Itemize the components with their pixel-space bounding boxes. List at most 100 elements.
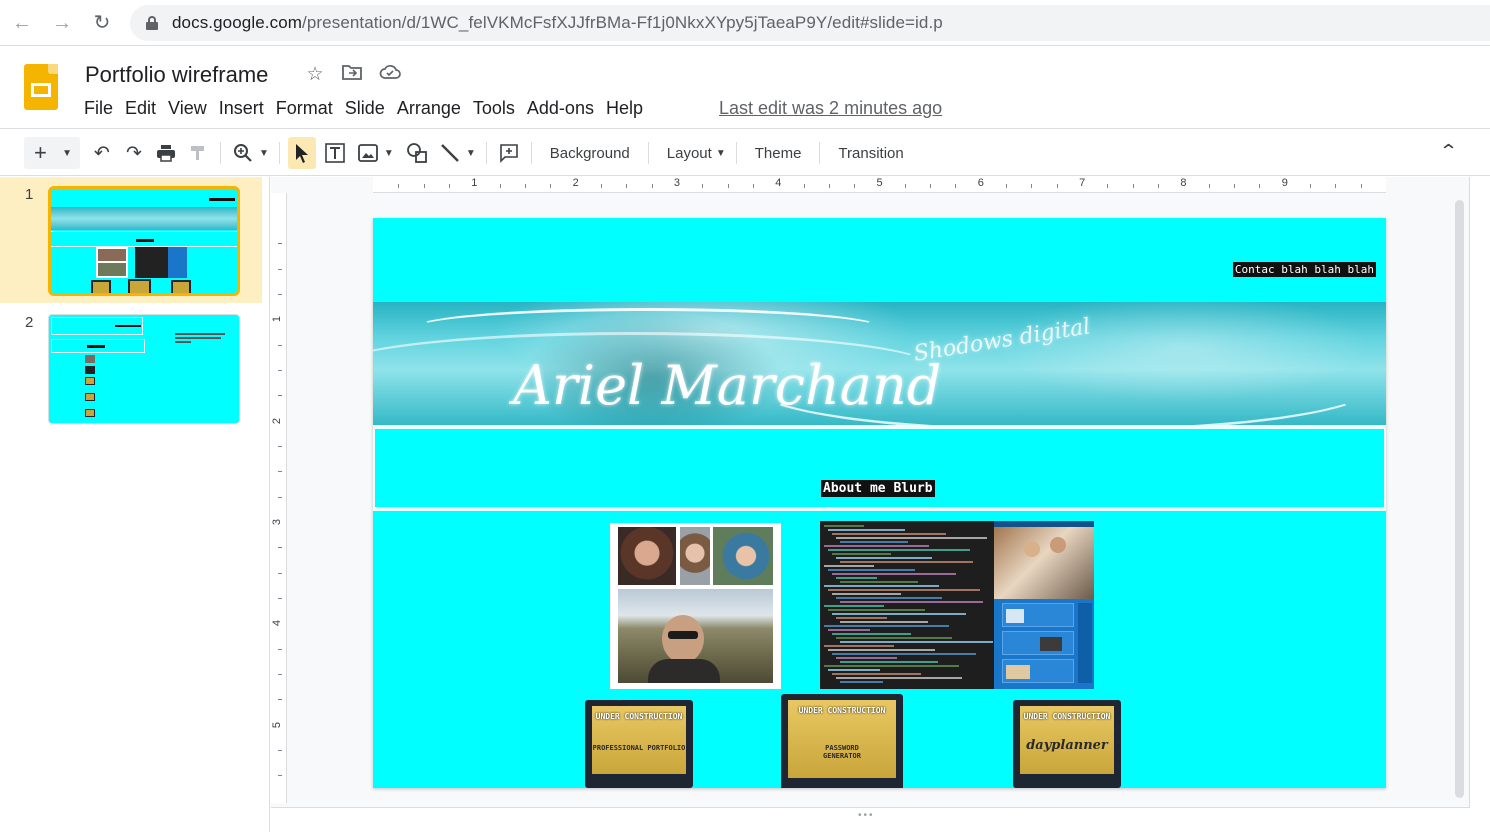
code-line bbox=[824, 605, 884, 607]
menu-edit[interactable]: Edit bbox=[119, 96, 162, 120]
slide-thumbnail-2[interactable] bbox=[48, 314, 240, 424]
code-line bbox=[840, 601, 983, 603]
filmstrip-slide-1[interactable]: 1 bbox=[0, 177, 262, 303]
ruler-tick bbox=[752, 184, 754, 188]
ruler-tick bbox=[278, 243, 282, 245]
chevron-up-icon[interactable]: ⌃ bbox=[1439, 141, 1459, 162]
vertical-ruler[interactable]: 1 2 3 4 5 bbox=[271, 193, 287, 803]
thumb-about-text bbox=[136, 239, 154, 242]
zoom-chevron-down-icon[interactable]: ▼ bbox=[257, 148, 271, 159]
about-text-box[interactable]: About me Blurb bbox=[821, 480, 935, 497]
ruler-label: 2 bbox=[271, 417, 284, 424]
code-line bbox=[824, 565, 874, 567]
code-line bbox=[832, 673, 921, 675]
shape-icon[interactable] bbox=[402, 137, 432, 169]
contact-text-box[interactable]: Contac blah blah blah bbox=[1232, 262, 1376, 277]
ruler-tick bbox=[278, 749, 282, 751]
toolbar-divider bbox=[647, 142, 649, 164]
ruler-label: 1 bbox=[471, 177, 478, 189]
portrait-photo bbox=[680, 527, 710, 585]
slide-canvas[interactable]: Contac blah blah blah Shodows digital Ar… bbox=[373, 218, 1386, 788]
vertical-scrollbar[interactable] bbox=[1455, 200, 1464, 798]
theme-button[interactable]: Theme bbox=[745, 145, 812, 162]
code-line bbox=[840, 581, 918, 583]
print-icon[interactable] bbox=[152, 137, 180, 169]
document-title[interactable]: Portfolio wireframe bbox=[85, 62, 268, 88]
line-icon[interactable] bbox=[436, 137, 464, 169]
ruler-tick bbox=[904, 184, 906, 188]
ruler-tick bbox=[278, 293, 282, 295]
reload-icon[interactable]: ↻ bbox=[90, 11, 114, 35]
horizontal-ruler[interactable]: 1 2 3 4 5 6 7 8 9 bbox=[373, 177, 1386, 193]
undo-icon[interactable]: ↶ bbox=[88, 137, 116, 169]
paint-format-icon[interactable] bbox=[184, 137, 212, 169]
project-laptop-image[interactable]: UNDER CONSTRUCTION dayplanner bbox=[1013, 700, 1121, 788]
ruler-tick bbox=[278, 369, 282, 371]
text-box-icon[interactable] bbox=[320, 137, 350, 169]
insert-image-icon[interactable] bbox=[354, 137, 382, 169]
photo-collage-image[interactable] bbox=[610, 523, 781, 689]
ruler-tick bbox=[930, 184, 932, 188]
menu-insert[interactable]: Insert bbox=[213, 96, 270, 120]
last-edit-link[interactable]: Last edit was 2 minutes ago bbox=[719, 96, 942, 120]
back-arrow-icon[interactable]: ← bbox=[10, 11, 34, 35]
thumb-laptop bbox=[128, 279, 151, 293]
ruler-tick bbox=[1107, 184, 1109, 188]
cloud-saved-icon[interactable] bbox=[379, 64, 401, 86]
redo-icon[interactable]: ↷ bbox=[120, 137, 148, 169]
banner-image[interactable]: Shodows digital Ariel Marchand bbox=[373, 302, 1386, 425]
zoom-icon[interactable] bbox=[229, 137, 257, 169]
ruler-tick bbox=[1335, 184, 1337, 188]
project-laptop-image[interactable]: UNDER CONSTRUCTION PROFESSIONAL PORTFOLI… bbox=[585, 700, 693, 788]
filmstrip-slide-2[interactable]: 2 bbox=[0, 305, 262, 431]
thumb-code bbox=[135, 247, 168, 278]
menu-file[interactable]: File bbox=[78, 96, 119, 120]
code-screenshot-image[interactable] bbox=[820, 521, 994, 689]
menu-help[interactable]: Help bbox=[600, 96, 649, 120]
add-comment-icon[interactable] bbox=[495, 137, 523, 169]
project-laptop-image[interactable]: UNDER CONSTRUCTION PASSWORD GENERATOR bbox=[781, 694, 903, 788]
website-screenshot-image[interactable] bbox=[994, 521, 1094, 689]
menu-format[interactable]: Format bbox=[270, 96, 339, 120]
layout-chevron-down-icon[interactable]: ▼ bbox=[714, 148, 728, 159]
star-icon[interactable]: ☆ bbox=[304, 64, 326, 86]
layout-button[interactable]: Layout bbox=[657, 145, 714, 162]
drag-handle-icon[interactable]: ••• bbox=[858, 810, 875, 821]
ruler-tick bbox=[550, 184, 552, 188]
ruler-tick bbox=[1234, 184, 1236, 188]
code-line bbox=[828, 609, 925, 611]
ruler-tick bbox=[1006, 184, 1008, 188]
ruler-tick bbox=[1310, 184, 1312, 188]
slide-thumbnail-1[interactable] bbox=[48, 186, 240, 296]
code-line bbox=[828, 529, 905, 531]
thumb-contact-text bbox=[115, 325, 141, 327]
menu-slide[interactable]: Slide bbox=[339, 96, 391, 120]
slides-logo-icon[interactable] bbox=[24, 64, 58, 110]
plus-icon: + bbox=[34, 140, 47, 165]
line-chevron-down-icon[interactable]: ▼ bbox=[464, 148, 478, 159]
image-chevron-down-icon[interactable]: ▼ bbox=[382, 148, 396, 159]
forward-arrow-icon[interactable]: → bbox=[50, 11, 74, 35]
ruler-label: 4 bbox=[271, 620, 284, 627]
background-button[interactable]: Background bbox=[540, 145, 640, 162]
menu-view[interactable]: View bbox=[162, 96, 213, 120]
menu-tools[interactable]: Tools bbox=[467, 96, 521, 120]
code-line bbox=[840, 561, 973, 563]
thumb-text-line bbox=[175, 341, 191, 343]
ruler-label: 9 bbox=[1281, 177, 1288, 189]
thumb-banner bbox=[51, 207, 237, 230]
select-cursor-icon[interactable] bbox=[287, 137, 316, 169]
code-line bbox=[824, 625, 949, 627]
menu-add-ons[interactable]: Add-ons bbox=[521, 96, 600, 120]
new-slide-button[interactable]: + ▼ bbox=[24, 137, 80, 169]
code-line bbox=[824, 585, 939, 587]
address-bar[interactable]: docs.google.com/presentation/d/1WC_felVK… bbox=[130, 5, 1490, 41]
toolbar-divider bbox=[220, 142, 221, 164]
slide-number: 2 bbox=[25, 314, 34, 331]
slide-filmstrip: 1 2 bbox=[0, 177, 270, 832]
move-folder-icon[interactable] bbox=[341, 64, 363, 86]
url-text[interactable]: docs.google.com/presentation/d/1WC_felVK… bbox=[172, 13, 943, 33]
menu-arrange[interactable]: Arrange bbox=[391, 96, 467, 120]
ruler-tick bbox=[278, 597, 282, 599]
transition-button[interactable]: Transition bbox=[828, 145, 913, 162]
